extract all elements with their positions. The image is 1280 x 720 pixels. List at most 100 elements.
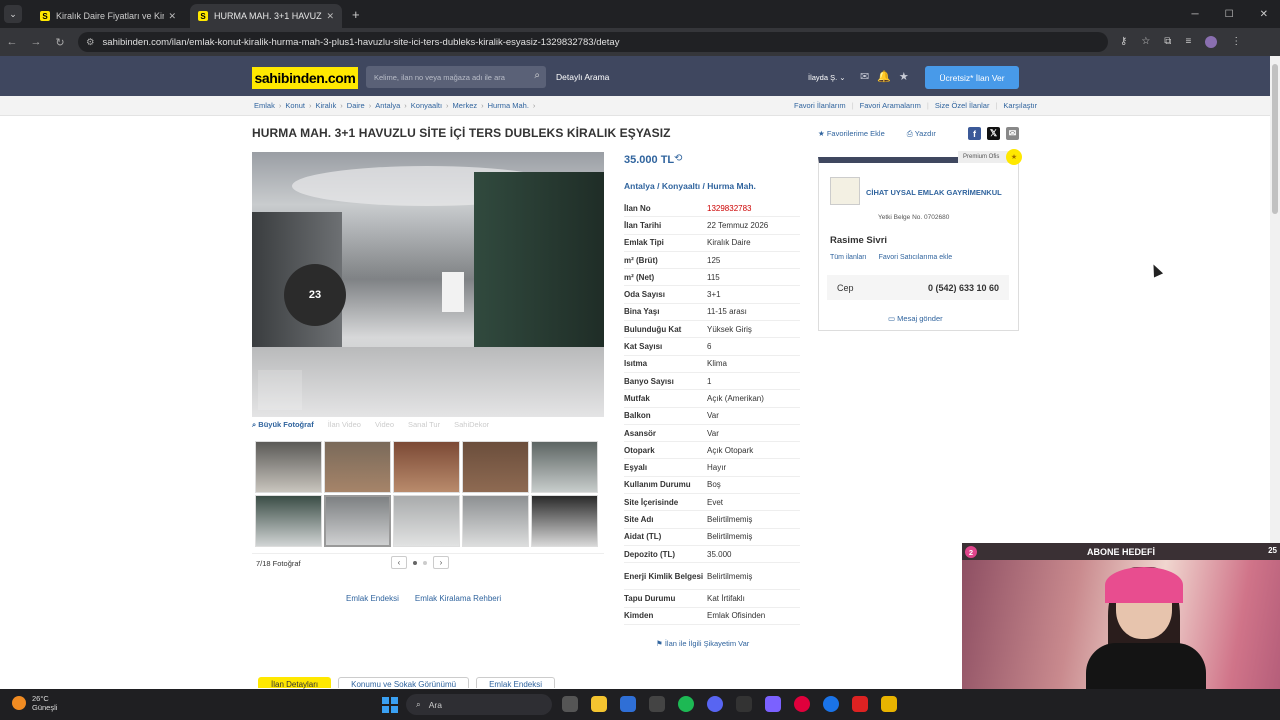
next-page-button[interactable]: › — [433, 556, 449, 569]
thumbnail[interactable] — [462, 495, 529, 547]
chatgpt-icon[interactable] — [649, 696, 665, 712]
thumbnail[interactable] — [531, 495, 598, 547]
thumbnail-selected[interactable] — [324, 495, 391, 547]
forward-icon[interactable]: → — [24, 36, 48, 48]
chrome-icon[interactable] — [823, 696, 839, 712]
x-icon[interactable]: 𝕏 — [987, 127, 1000, 140]
breadcrumb-item[interactable]: Antalya — [375, 101, 400, 110]
user-menu[interactable]: İlayda Ş. ⌄ — [808, 73, 846, 82]
tab-emlak-endeksi[interactable]: Emlak Endeksi — [476, 677, 556, 689]
special-listings-link[interactable]: Size Özel İlanlar — [935, 101, 990, 110]
browser-tab-1[interactable]: S Kiralık Daire Fiyatları ve Kiralık E ✕ — [32, 4, 184, 28]
site-logo[interactable]: sahibinden.com — [252, 67, 358, 89]
tab-location[interactable]: Konumu ve Sokak Görünümü — [338, 677, 470, 689]
breadcrumb-item[interactable]: Emlak — [254, 101, 275, 110]
detail-row: Mutfak Açık (Amerikan) — [624, 390, 800, 408]
page-dot[interactable] — [413, 560, 417, 565]
breadcrumb-item[interactable]: Kiralık — [315, 101, 336, 110]
breadcrumb-item[interactable]: Merkez — [453, 101, 478, 110]
opera-icon[interactable] — [794, 696, 810, 712]
detail-value: Klima — [707, 359, 728, 369]
favorite-listings-link[interactable]: Favori İlanlarım — [794, 101, 846, 110]
facebook-icon[interactable]: f — [968, 127, 981, 140]
big-photo-link[interactable]: ⌕ Büyük Fotoğraf — [252, 420, 314, 436]
location-district[interactable]: Konyaaltı — [662, 181, 700, 191]
thumbnail[interactable] — [393, 495, 460, 547]
windows-start-icon[interactable] — [382, 697, 398, 713]
thumbnail[interactable] — [255, 495, 322, 547]
scroll-thumb[interactable] — [1272, 64, 1278, 214]
location-city[interactable]: Antalya — [624, 181, 655, 191]
tab-listing-details[interactable]: İlan Detayları — [258, 677, 332, 689]
mail-icon[interactable]: ✉ — [860, 70, 869, 83]
url-field[interactable]: ⚙ sahibinden.com/ilan/emlak-konut-kirali… — [78, 32, 1108, 52]
post-ad-button[interactable]: Ücretsiz* İlan Ver — [925, 66, 1019, 89]
rental-guide-link[interactable]: Emlak Kiralama Rehberi — [415, 594, 501, 603]
breadcrumb-sep: › — [446, 101, 449, 110]
thumbnail[interactable] — [324, 441, 391, 493]
prev-page-button[interactable]: ‹ — [391, 556, 407, 569]
thumbnail[interactable] — [462, 441, 529, 493]
maximize-icon[interactable]: ☐ — [1225, 9, 1234, 20]
thumbnail[interactable] — [531, 441, 598, 493]
extensions-icon[interactable]: ⧉ — [1164, 36, 1171, 48]
compare-link[interactable]: Karşılaştır — [1003, 101, 1037, 110]
tab-search-icon[interactable]: ⌄ — [4, 5, 22, 23]
add-favorite-link[interactable]: ★ Favorilerime Ekle — [818, 129, 885, 139]
location-neighborhood[interactable]: Hurma Mah. — [707, 181, 756, 191]
mail-app-icon[interactable] — [620, 696, 636, 712]
agency-name[interactable]: CİHAT UYSAL EMLAK GAYRİMENKUL — [866, 188, 1002, 197]
agency-logo[interactable] — [830, 177, 860, 205]
close-window-icon[interactable]: ✕ — [1260, 9, 1268, 20]
all-listings-link[interactable]: Tüm ilanları — [830, 254, 867, 261]
send-message-link[interactable]: ▭ Mesaj gönder — [888, 314, 943, 323]
page-dot[interactable] — [423, 560, 427, 565]
emlak-endeksi-link[interactable]: Emlak Endeksi — [346, 594, 399, 603]
breadcrumb-item[interactable]: Daire — [347, 101, 365, 110]
print-link[interactable]: ⎙ Yazdır — [907, 129, 936, 139]
search-input[interactable]: Kelime, ilan no veya mağaza adı ile ara … — [366, 66, 546, 88]
favorites-star-icon[interactable]: ★ — [899, 70, 909, 83]
thumbnail[interactable] — [393, 441, 460, 493]
email-icon[interactable]: ✉ — [1006, 127, 1019, 140]
detail-label: Site İçerisinde — [624, 497, 679, 507]
advanced-search-link[interactable]: Detaylı Arama — [556, 72, 609, 82]
close-icon[interactable]: ✕ — [326, 11, 334, 22]
back-icon[interactable]: ← — [0, 36, 24, 48]
reload-icon[interactable]: ↻ — [48, 36, 72, 49]
phone-number[interactable]: 0 (542) 633 10 60 — [928, 283, 999, 293]
weather-widget[interactable]: 26°C Güneşli — [12, 694, 57, 712]
file-explorer-icon[interactable] — [591, 696, 607, 712]
search-icon[interactable]: ⌕ — [534, 70, 540, 81]
media-app-icon[interactable] — [852, 696, 868, 712]
bell-icon[interactable]: 🔔 — [877, 70, 891, 83]
breadcrumb-item[interactable]: Konyaaltı — [411, 101, 442, 110]
spotify-icon[interactable] — [678, 696, 694, 712]
bookmark-star-icon[interactable]: ☆ — [1141, 36, 1150, 48]
browser-tab-2[interactable]: S HURMA MAH. 3+1 HAVUZLU SİTE ✕ — [190, 4, 342, 28]
profile-avatar[interactable] — [1205, 36, 1218, 48]
site-info-icon[interactable]: ⚙ — [86, 37, 95, 48]
taskbar-search[interactable]: ⌕ Ara — [406, 694, 552, 715]
key-icon[interactable]: ⚷ — [1120, 36, 1127, 48]
breadcrumb-item[interactable]: Hurma Mah. — [488, 101, 529, 110]
media-icon[interactable]: ≡ — [1185, 36, 1191, 48]
detail-label: Site Adı — [624, 514, 654, 524]
favorite-seller-link[interactable]: Favori Satıcılarıma ekle — [879, 254, 953, 261]
grid-app-icon[interactable] — [765, 696, 781, 712]
capcut-icon[interactable] — [736, 696, 752, 712]
price-history-icon[interactable]: ⟲ — [674, 153, 682, 164]
thumbnail[interactable] — [255, 441, 322, 493]
favorite-searches-link[interactable]: Favori Aramalarım — [860, 101, 921, 110]
link-sep: | — [926, 101, 929, 110]
breadcrumb-item[interactable]: Konut — [285, 101, 305, 110]
close-icon[interactable]: ✕ — [168, 11, 176, 22]
minimize-icon[interactable]: ─ — [1192, 9, 1199, 20]
new-tab-icon[interactable]: + — [352, 7, 360, 22]
task-view-icon[interactable] — [562, 696, 578, 712]
discord-icon[interactable] — [707, 696, 723, 712]
main-photo[interactable]: 23 — [252, 152, 604, 417]
notes-app-icon[interactable] — [881, 696, 897, 712]
complaint-link[interactable]: ⚑ İlan ile İlgili Şikayetim Var — [656, 639, 749, 648]
menu-kebab-icon[interactable]: ⋮ — [1231, 36, 1241, 48]
